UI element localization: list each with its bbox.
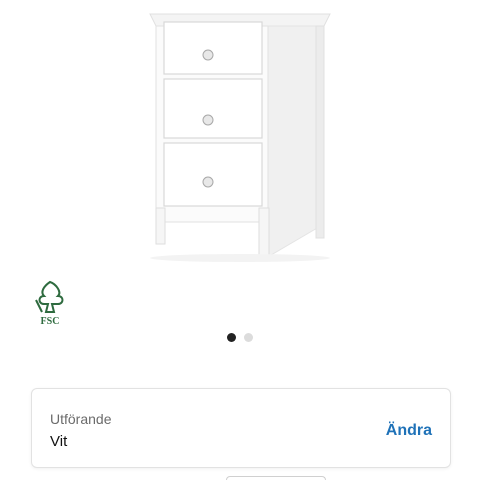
- fsc-tree-icon: FSC: [35, 280, 64, 327]
- product-image[interactable]: [0, 0, 480, 275]
- nightstand-image: [149, 13, 331, 262]
- fsc-text: FSC: [41, 316, 60, 327]
- variant-label: Utförande: [50, 411, 112, 427]
- drawer-middle: [163, 78, 263, 139]
- drawer-top: [163, 21, 263, 75]
- drawer-bottom: [163, 142, 263, 207]
- fsc-logo: FSC: [30, 278, 70, 328]
- carousel-pagination: [0, 333, 480, 345]
- variant-selector-card[interactable]: Utförande Vit Ändra: [31, 388, 451, 468]
- carousel-dot-2[interactable]: [244, 333, 253, 342]
- bottom-sheet-handle[interactable]: [226, 476, 326, 480]
- change-variant-button[interactable]: Ändra: [386, 422, 432, 440]
- variant-value: Vit: [50, 433, 68, 450]
- carousel-dot-1[interactable]: [227, 333, 236, 342]
